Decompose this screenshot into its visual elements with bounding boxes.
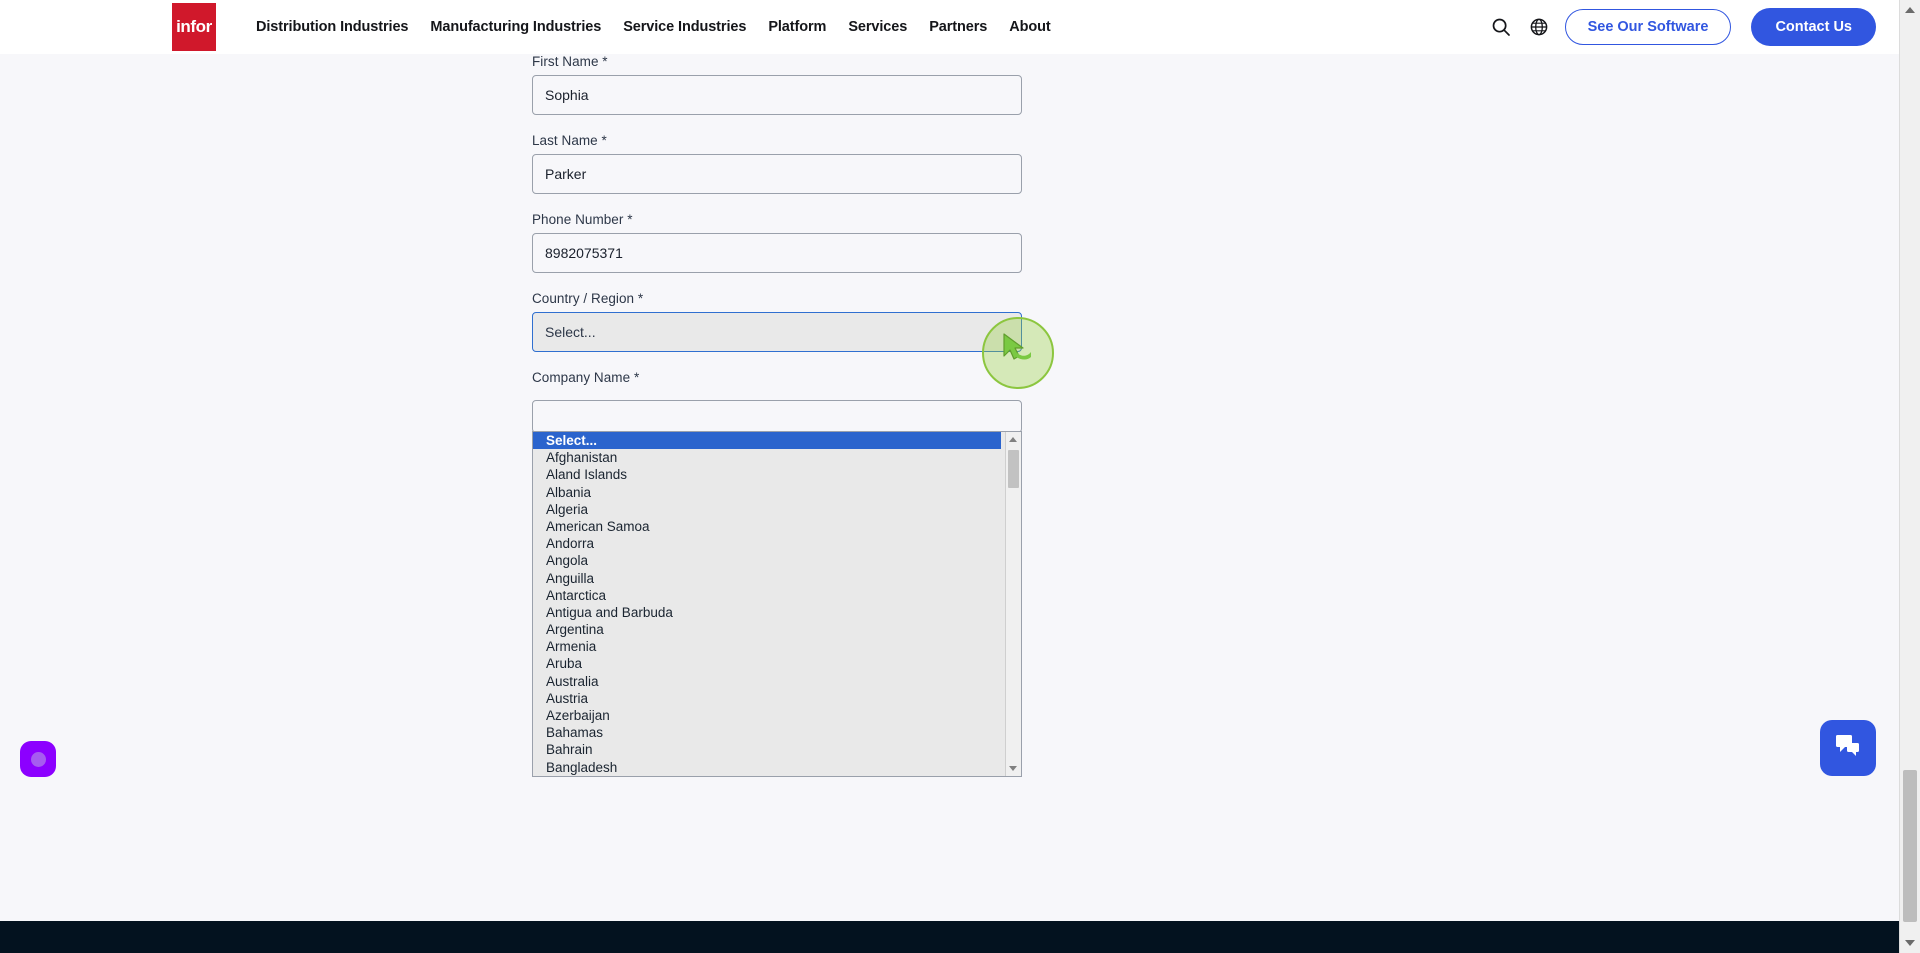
field-first-name: First Name * [532, 54, 1022, 115]
infor-logo[interactable]: infor [172, 3, 216, 51]
dropdown-scrollbar-thumb[interactable] [1008, 450, 1019, 488]
page-scroll-up-arrow-icon[interactable] [1905, 7, 1915, 13]
contact-form: First Name * Last Name * Phone Number * … [532, 54, 1022, 403]
field-company-name: Company Name * [532, 370, 1022, 385]
accessibility-widget-button[interactable] [20, 741, 56, 777]
field-last-name: Last Name * [532, 133, 1022, 194]
country-option[interactable]: Antigua and Barbuda [533, 604, 1001, 621]
country-option[interactable]: Armenia [533, 638, 1001, 655]
country-option[interactable]: Azerbaijan [533, 707, 1001, 724]
nav-item-service-industries[interactable]: Service Industries [623, 19, 746, 35]
scroll-up-arrow-icon[interactable] [1009, 437, 1017, 442]
logo-text: infor [176, 17, 212, 36]
nav-item-services[interactable]: Services [848, 19, 907, 35]
first-name-input[interactable] [532, 75, 1022, 115]
accessibility-icon [30, 751, 46, 767]
country-option[interactable]: Anguilla [533, 570, 1001, 587]
chat-icon [1834, 733, 1862, 764]
phone-number-label: Phone Number * [532, 212, 633, 227]
country-option[interactable]: Angola [533, 552, 1001, 569]
country-option[interactable]: Antarctica [533, 587, 1001, 604]
chat-widget-button[interactable] [1820, 720, 1876, 776]
dropdown-scrollbar[interactable] [1005, 432, 1021, 776]
country-region-label: Country / Region * [532, 291, 644, 306]
last-name-label: Last Name * [532, 133, 607, 148]
phone-number-input[interactable] [532, 233, 1022, 273]
country-option[interactable]: Austria [533, 690, 1001, 707]
page-root: infor Distribution Industries Manufactur… [0, 0, 1920, 953]
search-icon[interactable] [1489, 15, 1513, 39]
country-region-dropdown: Select... Afghanistan Aland Islands Albania… [532, 431, 1022, 777]
country-option[interactable]: Albania [533, 484, 1001, 501]
page-scroll-down-arrow-icon[interactable] [1905, 940, 1915, 946]
browser-scrollbar-thumb[interactable] [1903, 770, 1917, 922]
country-option[interactable]: Select... [533, 432, 1001, 450]
last-name-input[interactable] [532, 154, 1022, 194]
country-option[interactable]: Aland Islands [533, 466, 1001, 483]
header-actions: See Our Software Contact Us [1489, 0, 1876, 54]
country-option[interactable]: Aruba [533, 655, 1001, 672]
nav-item-distribution-industries[interactable]: Distribution Industries [256, 19, 408, 35]
nav-item-manufacturing-industries[interactable]: Manufacturing Industries [430, 19, 601, 35]
contact-us-button[interactable]: Contact Us [1751, 8, 1876, 46]
scroll-down-arrow-icon[interactable] [1009, 766, 1017, 771]
country-region-select[interactable]: Select... [532, 312, 1022, 352]
main-navigation: Distribution Industries Manufacturing In… [256, 0, 1051, 54]
company-name-input[interactable] [532, 400, 1022, 433]
country-option[interactable]: Australia [533, 673, 1001, 690]
nav-item-platform[interactable]: Platform [768, 19, 826, 35]
country-option[interactable]: Argentina [533, 621, 1001, 638]
field-phone-number: Phone Number * [532, 212, 1022, 273]
browser-scrollbar[interactable] [1899, 0, 1920, 953]
country-region-selected-value: Select... [545, 324, 596, 340]
globe-icon[interactable] [1527, 15, 1551, 39]
site-header: infor Distribution Industries Manufactur… [0, 0, 1900, 54]
country-option[interactable]: Algeria [533, 501, 1001, 518]
country-option[interactable]: Bangladesh [533, 759, 1001, 776]
country-option[interactable]: Afghanistan [533, 449, 1001, 466]
nav-item-about[interactable]: About [1009, 19, 1050, 35]
company-name-label: Company Name * [532, 370, 640, 385]
country-option[interactable]: American Samoa [533, 518, 1001, 535]
footer-bar [0, 921, 1900, 953]
country-option[interactable]: Andorra [533, 535, 1001, 552]
nav-item-partners[interactable]: Partners [929, 19, 987, 35]
country-option[interactable]: Bahrain [533, 741, 1001, 758]
country-option-list[interactable]: Select... Afghanistan Aland Islands Albania… [533, 432, 1001, 776]
see-our-software-button[interactable]: See Our Software [1564, 9, 1732, 45]
country-option[interactable]: Bahamas [533, 724, 1001, 741]
first-name-label: First Name * [532, 54, 608, 69]
field-country-region: Country / Region * Select... [532, 291, 1022, 352]
